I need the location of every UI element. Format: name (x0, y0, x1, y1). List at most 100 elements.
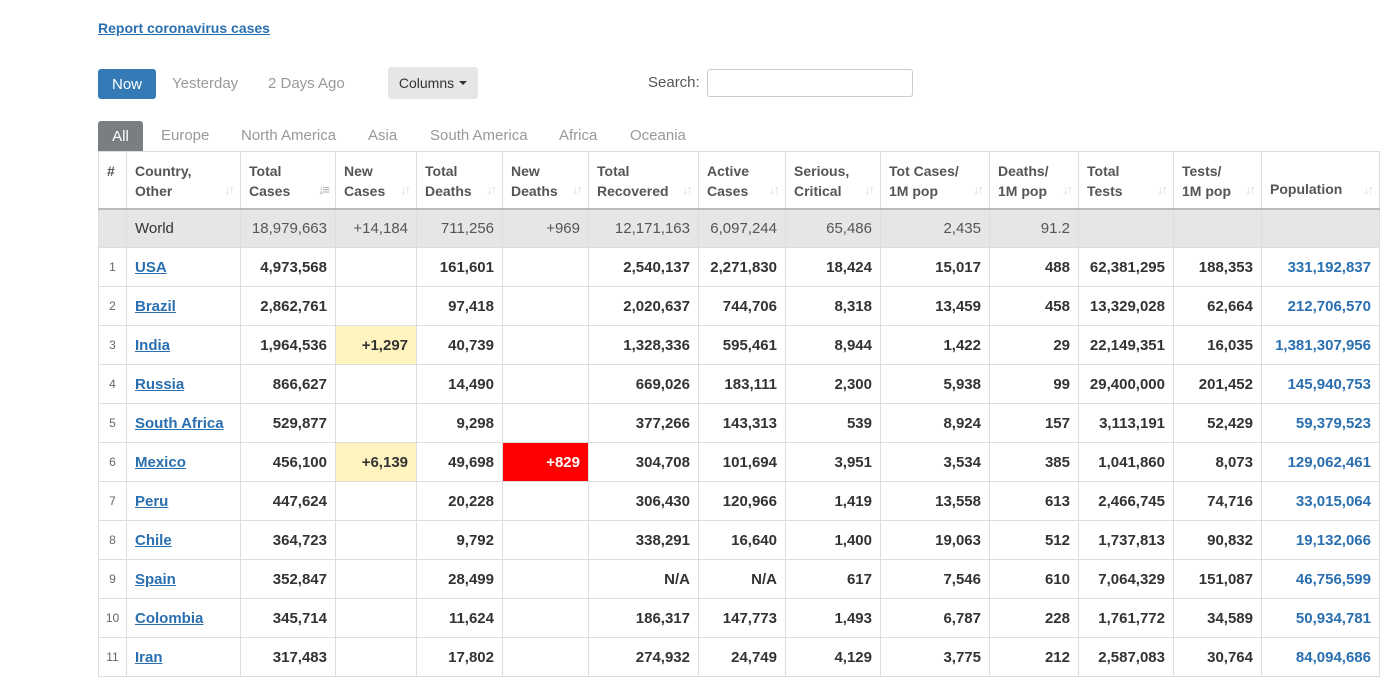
column-header-label: Country, (135, 163, 192, 179)
region-tab-oceania[interactable]: Oceania (630, 127, 686, 144)
cell-population: 50,934,781 (1261, 598, 1380, 638)
column-header-label: Recovered (597, 183, 669, 199)
cell-new-deaths: +829 (502, 442, 589, 482)
cell-serious-critical: 65,486 (785, 208, 881, 248)
cell-new-deaths (502, 481, 589, 521)
cell-total-tests: 22,149,351 (1078, 325, 1174, 365)
toolbar: Now Yesterday 2 Days Ago Columns Search: (98, 67, 928, 99)
column-header-new-deaths[interactable]: New Deaths ↓↑ (502, 151, 589, 210)
column-header-serious-critical[interactable]: Serious, Critical ↓↑ (785, 151, 881, 210)
cell-total-deaths: 49,698 (416, 442, 503, 482)
cell-country: Chile (126, 520, 241, 560)
cell-serious-critical: 2,300 (785, 364, 881, 404)
cell-total-cases: 456,100 (240, 442, 336, 482)
cell-active-cases: 24,749 (698, 637, 786, 677)
columns-dropdown-button[interactable]: Columns (388, 67, 478, 99)
report-cases-link[interactable]: Report coronavirus cases (98, 20, 270, 36)
region-tab-asia[interactable]: Asia (368, 127, 397, 144)
column-header-cases-per-million[interactable]: Tot Cases/1M pop ↓↑ (880, 151, 990, 210)
region-tab-south-america[interactable]: South America (430, 127, 528, 144)
country-link[interactable]: Mexico (135, 454, 186, 471)
column-header-population[interactable]: Population ↓↑ (1261, 151, 1380, 210)
now-button[interactable]: Now (98, 69, 156, 99)
cell-tests-per-million: 74,716 (1173, 481, 1262, 521)
cell-total-tests: 2,466,745 (1078, 481, 1174, 521)
country-link[interactable]: Russia (135, 376, 184, 393)
column-header-total-cases[interactable]: Total Cases ↓≡ (240, 151, 336, 210)
cell-new-cases (335, 364, 417, 404)
cell-new-deaths: +969 (502, 208, 589, 248)
column-header-active-cases[interactable]: Active Cases ↓↑ (698, 151, 786, 210)
cell-deaths-per-million: 613 (989, 481, 1079, 521)
cell-total-cases: 529,877 (240, 403, 336, 443)
region-tab-all[interactable]: All (98, 121, 143, 151)
table-row: 9 Spain 352,847 28,499 N/A N/A 617 7,546 610 7,06… (98, 559, 1380, 599)
column-header-total-tests[interactable]: Total Tests ↓↑ (1078, 151, 1174, 210)
cell-total-tests: 3,113,191 (1078, 403, 1174, 443)
cell-total-recovered: 12,171,163 (588, 208, 699, 248)
cell-total-cases: 317,483 (240, 637, 336, 677)
region-tab-europe[interactable]: Europe (161, 127, 209, 144)
cell-total-recovered: 186,317 (588, 598, 699, 638)
cell-deaths-per-million: 99 (989, 364, 1079, 404)
cell-population: 331,192,837 (1261, 247, 1380, 287)
column-header-new-cases[interactable]: New Cases ↓↑ (335, 151, 417, 210)
region-tab-north-america[interactable]: North America (241, 127, 336, 144)
table-row: 8 Chile 364,723 9,792 338,291 16,640 1,400 19,0… (98, 520, 1380, 560)
search-input[interactable] (707, 69, 913, 97)
cell-country: Spain (126, 559, 241, 599)
column-header-deaths-per-million[interactable]: Deaths/1M pop ↓↑ (989, 151, 1079, 210)
column-header-label: Deaths/ (998, 163, 1049, 179)
cell-total-tests: 2,587,083 (1078, 637, 1174, 677)
column-header-label: Cases (344, 183, 386, 199)
cell-rank: 4 (98, 364, 127, 404)
cell-cases-per-million: 19,063 (880, 520, 990, 560)
cell-deaths-per-million: 157 (989, 403, 1079, 443)
table-row: 11 Iran 317,483 17,802 274,932 24,749 4,129 3,7… (98, 637, 1380, 677)
column-header-label: Tests (1087, 183, 1123, 199)
column-header-country[interactable]: Country, Other ↓↑ (126, 151, 241, 210)
country-link[interactable]: India (135, 337, 170, 354)
column-header-label: New (511, 163, 540, 179)
cell-rank: 8 (98, 520, 127, 560)
country-link[interactable]: Brazil (135, 298, 176, 315)
table-row: 3 India 1,964,536 +1,297 40,739 1,328,336 595,… (98, 325, 1380, 365)
cell-total-tests: 1,761,772 (1078, 598, 1174, 638)
country-link[interactable]: Iran (135, 649, 163, 666)
column-header-total-recovered[interactable]: Total Recovered ↓↑ (588, 151, 699, 210)
cell-rank: 10 (98, 598, 127, 638)
cell-country: Mexico (126, 442, 241, 482)
region-tab-africa[interactable]: Africa (559, 127, 597, 144)
sort-icon: ↓↑ (572, 181, 583, 197)
sort-icon: ↓↑ (1062, 181, 1073, 197)
cell-serious-critical: 1,493 (785, 598, 881, 638)
cell-total-cases: 447,624 (240, 481, 336, 521)
two-days-ago-tab[interactable]: 2 Days Ago (268, 75, 345, 92)
cell-rank: 2 (98, 286, 127, 326)
country-link[interactable]: Spain (135, 571, 176, 588)
country-link[interactable]: Chile (135, 532, 172, 549)
column-header-rank[interactable]: # (98, 151, 127, 210)
sort-icon: ↓↑ (1157, 181, 1168, 197)
cell-deaths-per-million: 385 (989, 442, 1079, 482)
country-link[interactable]: USA (135, 259, 167, 276)
sort-icon: ↓↑ (682, 181, 693, 197)
column-header-total-deaths[interactable]: Total Deaths ↓↑ (416, 151, 503, 210)
country-link[interactable]: South Africa (135, 415, 224, 432)
column-header-label: Tests/ (1182, 163, 1222, 179)
cell-total-cases: 352,847 (240, 559, 336, 599)
country-link[interactable]: Peru (135, 493, 168, 510)
country-link[interactable]: Colombia (135, 610, 203, 627)
table-row: 5 South Africa 529,877 9,298 377,266 143,313 5… (98, 403, 1380, 443)
yesterday-tab[interactable]: Yesterday (172, 75, 238, 92)
cell-serious-critical: 18,424 (785, 247, 881, 287)
cell-tests-per-million: 30,764 (1173, 637, 1262, 677)
column-header-tests-per-million[interactable]: Tests/1M pop ↓↑ (1173, 151, 1262, 210)
cell-new-deaths (502, 637, 589, 677)
cell-total-recovered: 304,708 (588, 442, 699, 482)
cell-total-deaths: 161,601 (416, 247, 503, 287)
cell-active-cases: 101,694 (698, 442, 786, 482)
cell-rank: 1 (98, 247, 127, 287)
cell-total-recovered: 2,540,137 (588, 247, 699, 287)
cell-total-recovered: N/A (588, 559, 699, 599)
